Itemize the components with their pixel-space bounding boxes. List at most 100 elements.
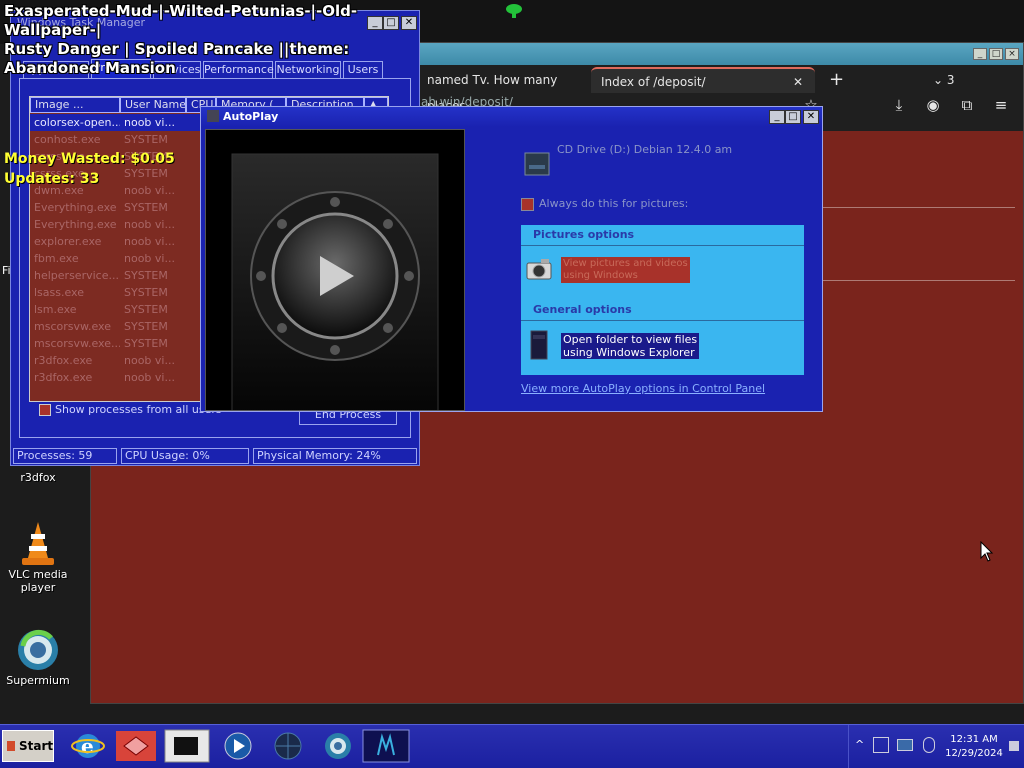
r3dfox-taskbar-icon[interactable]: [362, 729, 410, 763]
vlc-cone-icon: [22, 522, 54, 565]
desktop-icon-vlc[interactable]: VLC media player: [0, 520, 76, 594]
process-name: r3dfox.exe: [34, 371, 93, 384]
media-player-taskbar-icon[interactable]: [164, 729, 210, 763]
close-button[interactable]: ×: [1005, 48, 1019, 60]
process-name: mscorsvw.exe...: [34, 337, 120, 350]
play-button-app-icon[interactable]: [220, 729, 256, 763]
process-user: noob vi...: [124, 252, 175, 265]
supermium-taskbar-icon[interactable]: [320, 729, 356, 763]
control-panel-link[interactable]: View more AutoPlay options in Control Pa…: [521, 382, 765, 395]
process-name: fbm.exe: [34, 252, 79, 265]
autoplay-app-icon: [207, 110, 219, 122]
process-name: colorsex-open...: [34, 116, 120, 129]
process-name: lsm.exe: [34, 303, 77, 316]
close-button[interactable]: ✕: [803, 110, 819, 124]
status-light-icon: [506, 4, 522, 18]
updates-counter: Updates: 33: [4, 171, 100, 187]
process-user: SYSTEM: [124, 286, 168, 299]
windows-logo-icon: [7, 741, 15, 751]
drive-label: CD Drive (D:) Debian 12.4.0 am: [557, 143, 733, 156]
process-name: r3dfox.exe: [34, 354, 93, 367]
desktop-icon-r3dfox[interactable]: r3dfox: [0, 471, 76, 484]
show-all-users-label: Show processes from all users: [55, 403, 222, 416]
minimize-button[interactable]: _: [769, 110, 785, 124]
cd-drive-icon: [524, 152, 550, 176]
internet-explorer-icon[interactable]: e: [70, 729, 106, 763]
process-name: mscorsvw.exe: [34, 320, 111, 333]
column-header-user[interactable]: User Name: [120, 97, 186, 113]
notification-icon[interactable]: [1009, 741, 1019, 751]
process-name: Everything.exe: [34, 218, 117, 231]
divider: [823, 207, 1015, 208]
divider: [521, 320, 804, 321]
process-user: SYSTEM: [124, 303, 168, 316]
tab-list-button[interactable]: ⌄ 3: [933, 67, 955, 93]
money-wasted-counter: Money Wasted: $0.05: [4, 151, 175, 167]
view-pictures-option[interactable]: View pictures and videos using Windows: [525, 255, 795, 285]
process-user: SYSTEM: [124, 133, 168, 146]
always-do-this-label: Always do this for pictures:: [539, 197, 689, 210]
open-folder-label: Open folder to view files using Windows …: [561, 333, 700, 359]
process-user: SYSTEM: [124, 320, 168, 333]
autoplay-titlebar: AutoPlay _ □ ✕: [201, 107, 822, 127]
clock[interactable]: 12:31 AM 12/29/2024: [941, 733, 1007, 761]
open-folder-option[interactable]: Open folder to view files using Windows …: [525, 329, 795, 361]
autoplay-dialog: AutoPlay _ □ ✕ CD Drive (D:) Debian 12.4…: [200, 106, 823, 413]
download-icon[interactable]: ⤓: [889, 95, 909, 115]
new-tab-icon[interactable]: +: [829, 67, 844, 93]
process-user: noob vi...: [124, 235, 175, 248]
browser-tab[interactable]: named Tv. How many places: [417, 67, 587, 113]
maximize-button[interactable]: □: [785, 110, 801, 124]
display-icon[interactable]: [897, 739, 913, 751]
show-all-users-checkbox[interactable]: [39, 404, 51, 416]
process-name: helperservice...: [34, 269, 119, 282]
process-user: noob vi...: [124, 371, 175, 384]
minimize-button[interactable]: _: [973, 48, 987, 60]
svg-text:e: e: [81, 734, 94, 758]
process-name: conhost.exe: [34, 133, 101, 146]
status-memory: Physical Memory: 24%: [253, 448, 417, 464]
desktop-icon-label: Supermium: [6, 674, 70, 687]
divider: [521, 245, 804, 246]
general-options-header: General options: [533, 303, 632, 316]
clock-date: 12/29/2024: [945, 748, 1003, 759]
globe-app-icon[interactable]: [270, 729, 306, 763]
desktop-icon-label-2: player: [20, 581, 56, 594]
process-user: noob vi...: [124, 354, 175, 367]
chevron-down-icon: ⌄: [933, 73, 944, 87]
play-media-icon: [231, 153, 439, 413]
supermium-icon: [18, 629, 58, 670]
menu-icon[interactable]: ≡: [991, 95, 1011, 115]
desktop-icon-label: r3dfox: [20, 471, 56, 484]
process-name: Everything.exe: [34, 201, 117, 214]
maximize-button[interactable]: □: [989, 48, 1003, 60]
extensions-icon[interactable]: ⧉: [957, 95, 977, 115]
status-processes: Processes: 59: [13, 448, 117, 464]
process-user: noob vi...: [124, 116, 175, 129]
folder-explorer-icon: [530, 330, 548, 360]
column-header-image[interactable]: Image ...: [30, 97, 120, 113]
volume-icon[interactable]: [923, 737, 935, 753]
close-tab-icon[interactable]: ✕: [793, 69, 803, 95]
overlay-title: Exasperated-Mud-|-Wilted-Petunias-|-Old-…: [4, 2, 358, 77]
mouse-cursor-icon: [980, 541, 994, 562]
network-icon[interactable]: [873, 737, 889, 753]
always-do-this-checkbox[interactable]: [521, 198, 534, 211]
taskbar: Start e ^ 12:31 AM 12/29/2024: [0, 724, 1024, 768]
archive-app-icon[interactable]: [114, 729, 158, 763]
process-name: lsass.exe: [34, 286, 84, 299]
process-user: SYSTEM: [124, 201, 168, 214]
view-pictures-label: View pictures and videos using Windows: [561, 257, 690, 283]
system-tray: ^ 12:31 AM 12/29/2024: [848, 725, 1024, 768]
browser-tab-active[interactable]: Index of /deposit/ ✕: [591, 67, 815, 93]
desktop-icon-supermium[interactable]: Supermium: [0, 626, 76, 687]
process-user: noob vi...: [124, 218, 175, 231]
show-hidden-icons-button[interactable]: ^: [855, 738, 864, 751]
account-icon[interactable]: ◉: [923, 95, 943, 115]
start-button[interactable]: Start: [2, 730, 54, 762]
desktop-icon-label: VLC media: [8, 568, 68, 581]
autoplay-options-box: Pictures options View pictures and video…: [521, 225, 804, 375]
autoplay-title: AutoPlay: [223, 110, 279, 123]
media-art: [205, 129, 465, 413]
process-user: SYSTEM: [124, 337, 168, 350]
